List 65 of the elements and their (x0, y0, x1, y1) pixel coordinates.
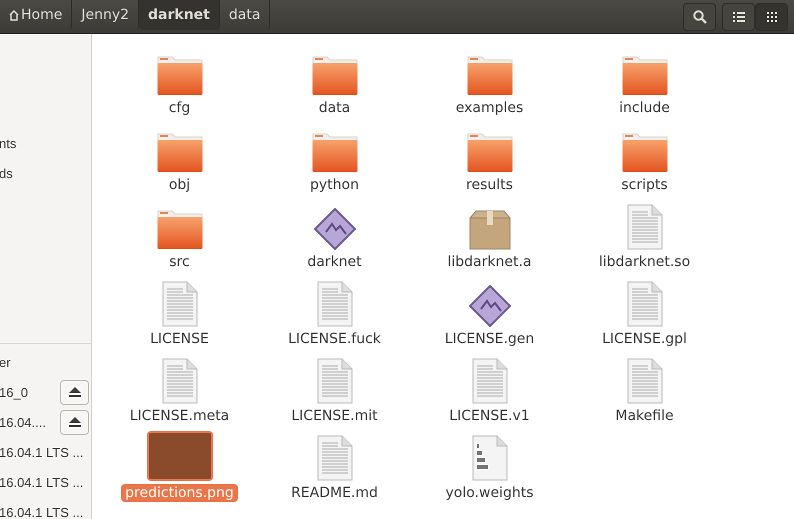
text-file-icon (316, 358, 352, 404)
diamond-icon (314, 208, 356, 250)
file-name[interactable]: LICENSE.meta (126, 407, 234, 425)
breadcrumb-button[interactable]: darknet (139, 0, 220, 30)
eject-icon (68, 387, 80, 397)
text-file-icon (162, 281, 198, 327)
text-file-icon (472, 358, 508, 404)
file-name[interactable]: LICENSE.fuck (284, 330, 385, 348)
eject-button[interactable] (60, 380, 89, 404)
file-name[interactable]: LICENSE.gen (440, 330, 538, 348)
sidebar-item[interactable]: 16_0 (0, 384, 28, 400)
text-file-icon (626, 281, 662, 327)
package-icon (468, 210, 512, 250)
file-name[interactable]: README.md (287, 484, 382, 502)
folder-icon (622, 131, 668, 173)
home-icon (9, 9, 19, 21)
file-name[interactable]: data (314, 99, 354, 117)
folder-icon (466, 54, 512, 96)
folder-icon (312, 131, 358, 173)
search-button[interactable] (683, 2, 716, 30)
folder-icon (156, 131, 202, 173)
file-name[interactable]: scripts (617, 176, 672, 194)
file-name[interactable]: libdarknet.a (444, 253, 536, 271)
folder-icon (312, 54, 358, 96)
file-name[interactable]: examples (452, 99, 528, 117)
folder-icon (156, 54, 202, 96)
file-name[interactable]: LICENSE (146, 330, 213, 348)
file-name[interactable]: LICENSE.mit (287, 407, 382, 425)
file-name[interactable]: include (615, 99, 674, 117)
eject-icon (68, 417, 80, 427)
folder-icon (622, 54, 668, 96)
folder-icon (466, 131, 512, 173)
file-name[interactable]: cfg (164, 99, 194, 117)
breadcrumb-button[interactable]: data (220, 0, 270, 30)
file-name[interactable]: yolo.weights (441, 484, 538, 502)
file-name[interactable]: LICENSE.gpl (598, 330, 691, 348)
sidebar-item[interactable]: 16.04.1 LTS ... (0, 444, 84, 460)
search-icon (692, 10, 706, 24)
diamond-icon (468, 285, 510, 327)
view-button[interactable] (722, 2, 755, 30)
file-name[interactable]: python (306, 176, 363, 194)
sidebar-item[interactable]: 16.04.... (0, 414, 46, 430)
text-file-icon (316, 435, 352, 481)
file-name[interactable]: results (462, 176, 517, 194)
file-name[interactable]: src (165, 253, 194, 271)
text-file-icon (162, 358, 198, 404)
eject-button[interactable] (60, 410, 89, 434)
text-file-icon (626, 204, 662, 250)
text-file-icon (316, 281, 352, 327)
list-view-icon (732, 12, 744, 22)
grid-view-icon (766, 12, 776, 22)
sidebar-item[interactable]: 16.04.1 LTS ... (0, 474, 84, 490)
text-file-icon (626, 358, 662, 404)
view-button[interactable] (755, 2, 788, 30)
breadcrumb-button[interactable]: Home (0, 0, 72, 30)
file-name[interactable]: LICENSE.v1 (445, 407, 534, 425)
file-name[interactable]: libdarknet.so (594, 253, 694, 271)
sidebar-item[interactable]: 16.04.1 LTS ... (0, 504, 84, 519)
file-name[interactable]: Makefile (611, 407, 678, 425)
file-name[interactable]: darknet (303, 253, 366, 271)
photo-placeholder (146, 431, 212, 481)
folder-icon (156, 208, 202, 250)
binary-file-icon (472, 435, 508, 481)
file-name[interactable]: obj (164, 176, 194, 194)
sidebar-item[interactable]: nts (0, 136, 16, 150)
